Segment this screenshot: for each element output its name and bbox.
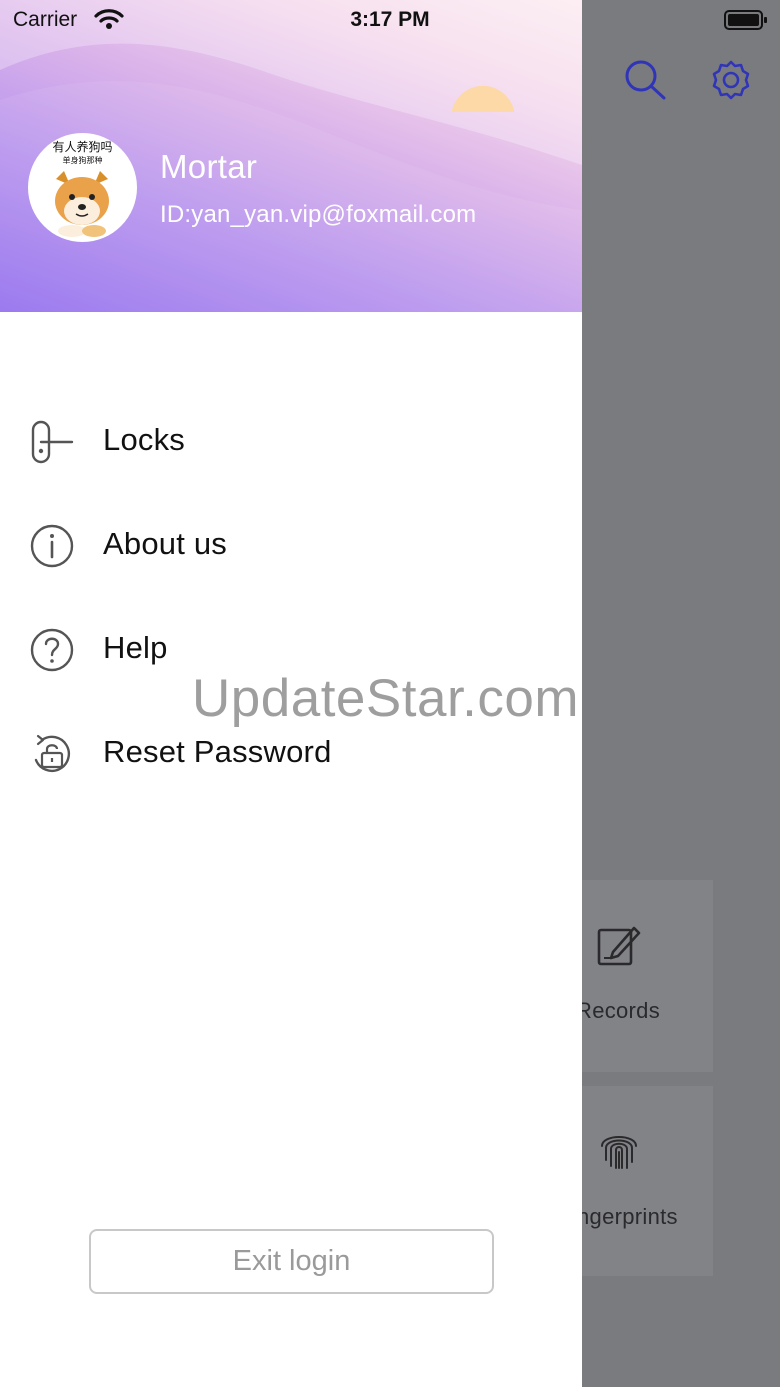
fingerprints-label: ngerprints bbox=[577, 1204, 678, 1229]
records-label: Records bbox=[576, 998, 661, 1023]
records-icon bbox=[596, 922, 642, 968]
info-icon bbox=[28, 522, 76, 570]
search-icon[interactable] bbox=[622, 58, 670, 102]
menu-item-label: Locks bbox=[103, 422, 185, 457]
menu-item-label: Reset Password bbox=[103, 734, 332, 769]
exit-login-button[interactable]: Exit login bbox=[89, 1229, 494, 1294]
avatar[interactable]: 有人养狗吗 单身狗那种 bbox=[28, 133, 137, 242]
records-card[interactable]: Records bbox=[576, 880, 713, 1072]
user-name: Mortar bbox=[160, 148, 258, 185]
status-bar: Carrier 3:17 PM bbox=[0, 0, 780, 40]
battery-icon bbox=[724, 10, 768, 30]
menu-item-label: Help bbox=[103, 630, 168, 665]
reset-password-icon bbox=[28, 730, 76, 778]
user-id: ID:yan_yan.vip@foxmail.com bbox=[160, 201, 477, 228]
menu-item-locks[interactable]: Locks bbox=[0, 388, 582, 492]
doge-image bbox=[55, 171, 109, 237]
help-icon bbox=[28, 626, 76, 674]
menu-item-about-us[interactable]: About us bbox=[0, 492, 582, 596]
gear-icon[interactable] bbox=[708, 58, 754, 102]
fingerprints-card[interactable]: ngerprints bbox=[577, 1086, 713, 1276]
status-time: 3:17 PM bbox=[350, 8, 430, 31]
lock-handle-icon bbox=[28, 418, 76, 466]
avatar-caption: 有人养狗吗 单身狗那种 bbox=[52, 140, 113, 166]
watermark: UpdateStar.com bbox=[192, 669, 580, 728]
fingerprint-icon bbox=[596, 1126, 642, 1172]
menu-item-label: About us bbox=[103, 526, 227, 561]
profile-header: 有人养狗吗 单身狗那种 Mortar ID:yan_yan.vip@foxmai… bbox=[0, 0, 582, 312]
